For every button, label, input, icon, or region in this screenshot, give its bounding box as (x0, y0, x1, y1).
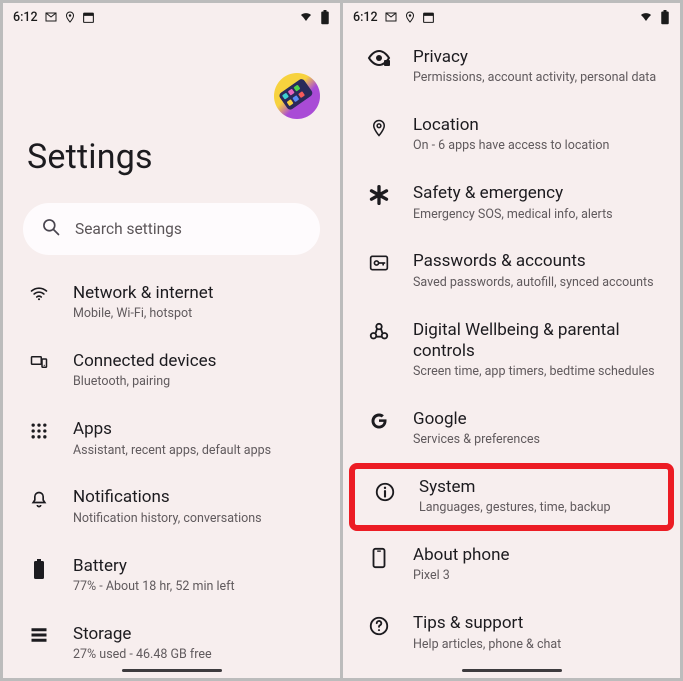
page-title: Settings (27, 137, 340, 177)
setting-wellbeing[interactable]: Digital Wellbeing & parental controlsScr… (343, 306, 680, 395)
status-bar: 6:12 (3, 3, 340, 27)
location-pin-icon (404, 10, 416, 24)
search-placeholder: Search settings (75, 220, 182, 238)
wifi-icon (638, 11, 654, 23)
storage-icon (27, 624, 51, 644)
search-settings-input[interactable]: Search settings (23, 203, 320, 255)
help-icon (367, 613, 391, 637)
nav-indicator[interactable] (462, 669, 562, 672)
setting-location[interactable]: LocationOn - 6 apps have access to locat… (343, 101, 680, 169)
info-icon (373, 477, 397, 503)
wifi-icon (298, 11, 314, 23)
status-bar: 6:12 (343, 3, 680, 27)
setting-apps[interactable]: AppsAssistant, recent apps, default apps (3, 405, 340, 473)
setting-notifications[interactable]: NotificationsNotification history, conve… (3, 473, 340, 541)
bell-icon (27, 487, 51, 511)
calendar-today-icon (422, 11, 435, 24)
location-pin-icon (367, 115, 391, 139)
setting-passwords-accounts[interactable]: Passwords & accountsSaved passwords, aut… (343, 237, 680, 305)
nav-indicator[interactable] (122, 669, 222, 672)
settings-list-left: Network & internetMobile, Wi-Fi, hotspot… (3, 269, 340, 678)
asterisk-icon (367, 183, 391, 205)
setting-connected-devices[interactable]: Connected devicesBluetooth, pairing (3, 337, 340, 405)
setting-network-internet[interactable]: Network & internetMobile, Wi-Fi, hotspot (3, 269, 340, 337)
google-g-icon (367, 409, 391, 431)
battery-icon (27, 556, 51, 580)
location-pin-icon (64, 10, 76, 24)
setting-about-phone[interactable]: About phonePixel 3 (343, 531, 680, 599)
setting-battery[interactable]: Battery77% - About 18 hr, 52 min left (3, 542, 340, 610)
gmail-icon (44, 11, 58, 23)
apps-grid-icon (27, 419, 51, 441)
phone-device-icon (367, 545, 391, 569)
settings-list-right: PrivacyPermissions, account activity, pe… (343, 27, 680, 667)
setting-tips-support[interactable]: Tips & supportHelp articles, phone & cha… (343, 599, 680, 667)
battery-icon (320, 10, 330, 25)
privacy-eye-icon (367, 47, 391, 67)
status-time: 6:12 (13, 10, 38, 25)
wifi-icon (27, 283, 51, 303)
status-time: 6:12 (353, 10, 378, 25)
devices-icon (27, 351, 51, 371)
battery-icon (660, 10, 670, 25)
key-account-icon (367, 251, 391, 273)
profile-avatar[interactable] (274, 73, 320, 119)
gmail-icon (384, 11, 398, 23)
search-icon (41, 217, 61, 241)
settings-screen-scrolled: 6:12 PrivacyPermissions, account activit… (343, 3, 680, 678)
setting-system[interactable]: SystemLanguages, gestures, time, backup (349, 463, 674, 531)
setting-google[interactable]: GoogleServices & preferences (343, 395, 680, 463)
setting-storage[interactable]: Storage27% used - 46.48 GB free (3, 610, 340, 678)
setting-safety-emergency[interactable]: Safety & emergencyEmergency SOS, medical… (343, 169, 680, 237)
calendar-today-icon (82, 11, 95, 24)
settings-screen-main: 6:12 Settings Search settings Network & … (3, 3, 340, 678)
wellbeing-icon (367, 320, 391, 344)
setting-privacy[interactable]: PrivacyPermissions, account activity, pe… (343, 33, 680, 101)
